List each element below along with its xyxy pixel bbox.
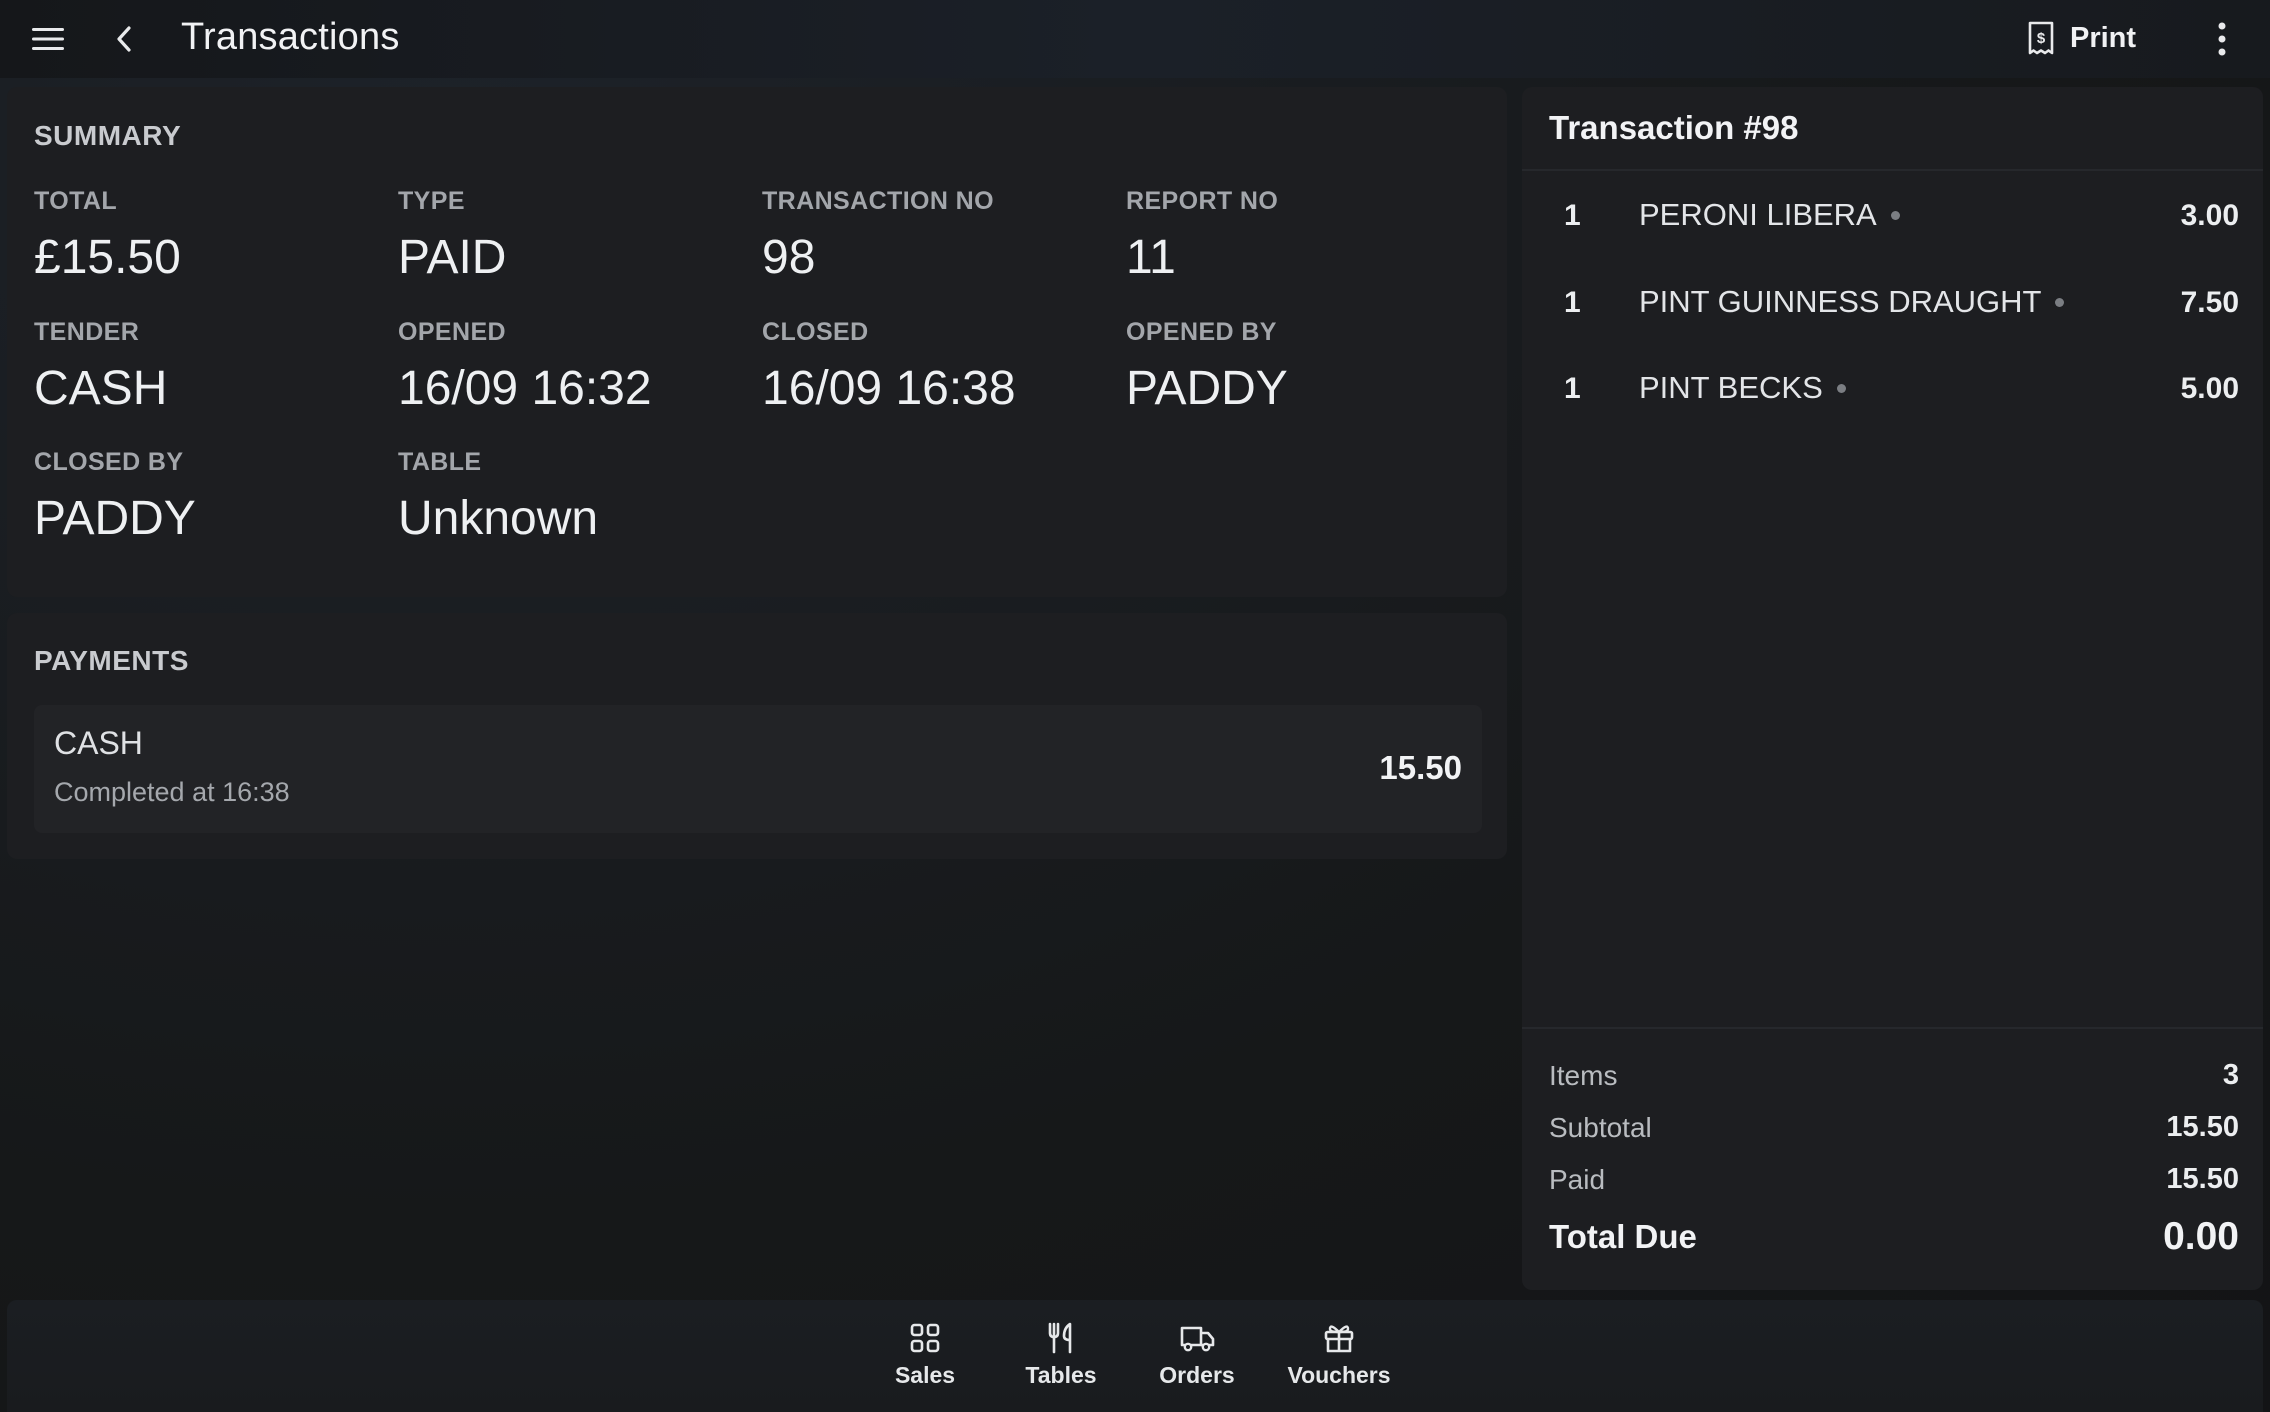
status-dot-icon bbox=[1890, 210, 1900, 220]
payment-amount: 15.50 bbox=[1379, 749, 1462, 786]
nav-label: Vouchers bbox=[1287, 1362, 1391, 1388]
field-opened-by: OPENED BY PADDY bbox=[1126, 318, 1486, 416]
nav-item-tables[interactable]: Tables bbox=[1001, 1322, 1121, 1389]
totals-items-value: 3 bbox=[2222, 1059, 2239, 1091]
transaction-panel: Transaction #98 1 PERONI LIBERA 3.00 1 P… bbox=[1522, 87, 2263, 1290]
delivery-truck-icon bbox=[1180, 1326, 1215, 1352]
field-label: TRANSACTION NO bbox=[762, 187, 994, 215]
page-title: Transactions bbox=[181, 16, 400, 58]
grid-icon bbox=[910, 1323, 940, 1353]
more-vertical-icon bbox=[2218, 22, 2226, 56]
top-app-bar: Transactions $ Print bbox=[0, 0, 2270, 78]
totals-items-row: Items 3 bbox=[1549, 1059, 2239, 1092]
payment-status: Completed at 16:38 bbox=[54, 777, 290, 807]
totals-items-label: Items bbox=[1549, 1059, 1618, 1091]
line-item-name-wrap: PERONI LIBERA bbox=[1639, 197, 1900, 233]
app-root: Transactions $ Print SUMMARY TOTAL £15.5… bbox=[0, 0, 2270, 1412]
field-value: PADDY bbox=[1126, 362, 1288, 415]
field-value: Unknown bbox=[398, 492, 599, 545]
line-item-name: PINT GUINNESS DRAUGHT bbox=[1639, 284, 2042, 319]
line-item-qty: 1 bbox=[1564, 286, 1581, 319]
more-options-button[interactable] bbox=[2204, 16, 2240, 62]
field-total: TOTAL £15.50 bbox=[34, 187, 394, 285]
field-label: CLOSED bbox=[762, 318, 869, 346]
summary-panel: SUMMARY TOTAL £15.50 TYPE PAID TRANSACTI… bbox=[7, 87, 1507, 597]
totals-due-row: Total Due 0.00 bbox=[1549, 1215, 2239, 1259]
field-value: PAID bbox=[398, 231, 507, 284]
gift-icon bbox=[1324, 1325, 1354, 1353]
summary-title: SUMMARY bbox=[34, 120, 182, 151]
line-item-price: 5.00 bbox=[2180, 372, 2239, 405]
field-label: TABLE bbox=[398, 448, 482, 476]
field-label: OPENED BY bbox=[1126, 318, 1277, 346]
status-dot-icon bbox=[2055, 297, 2065, 307]
payments-panel: PAYMENTS CASH Completed at 16:38 15.50 bbox=[7, 613, 1507, 859]
totals-subtotal-row: Subtotal 15.50 bbox=[1549, 1111, 2239, 1144]
field-label: TOTAL bbox=[34, 187, 118, 215]
field-transaction-no: TRANSACTION NO 98 bbox=[762, 187, 1122, 285]
field-tender: TENDER CASH bbox=[34, 318, 394, 416]
line-item-qty: 1 bbox=[1564, 199, 1581, 232]
nav-label: Orders bbox=[1159, 1362, 1235, 1388]
field-label: TYPE bbox=[398, 187, 465, 215]
cutlery-icon bbox=[1048, 1322, 1072, 1354]
print-label: Print bbox=[2070, 21, 2137, 54]
hamburger-menu-icon bbox=[32, 28, 64, 50]
totals-paid-row: Paid 15.50 bbox=[1549, 1163, 2239, 1196]
field-value: 16/09 16:32 bbox=[398, 362, 652, 415]
line-item-qty: 1 bbox=[1564, 372, 1581, 405]
totals-paid-value: 15.50 bbox=[2166, 1163, 2239, 1195]
field-opened: OPENED 16/09 16:32 bbox=[398, 318, 758, 416]
field-label: TENDER bbox=[34, 318, 140, 346]
payments-title: PAYMENTS bbox=[34, 645, 189, 676]
bottom-navigation: Sales Tables Orders Vouchers bbox=[7, 1300, 2263, 1412]
field-closed-by: CLOSED BY PADDY bbox=[34, 448, 394, 546]
nav-label: Tables bbox=[1025, 1362, 1097, 1388]
line-item[interactable]: 1 PINT GUINNESS DRAUGHT 7.50 bbox=[1522, 272, 2263, 332]
line-item[interactable]: 1 PERONI LIBERA 3.00 bbox=[1522, 185, 2263, 245]
chevron-left-icon bbox=[117, 26, 131, 52]
field-value: £15.50 bbox=[34, 231, 181, 284]
field-report-no: REPORT NO 11 bbox=[1126, 187, 1486, 285]
totals-subtotal-value: 15.50 bbox=[2166, 1111, 2239, 1143]
menu-button[interactable] bbox=[26, 19, 70, 59]
field-value: PADDY bbox=[34, 492, 196, 545]
nav-item-sales[interactable]: Sales bbox=[865, 1322, 985, 1389]
field-label: CLOSED BY bbox=[34, 448, 184, 476]
print-button[interactable]: $ Print bbox=[2026, 14, 2136, 62]
total-due-label: Total Due bbox=[1549, 1218, 1697, 1255]
field-label: OPENED bbox=[398, 318, 506, 346]
line-item-name-wrap: PINT GUINNESS DRAUGHT bbox=[1639, 284, 2065, 320]
status-dot-icon bbox=[1836, 383, 1846, 393]
field-label: REPORT NO bbox=[1126, 187, 1279, 215]
nav-label: Sales bbox=[894, 1362, 956, 1388]
nav-item-vouchers[interactable]: Vouchers bbox=[1279, 1322, 1399, 1389]
svg-text:$: $ bbox=[2037, 30, 2046, 47]
line-item-name: PERONI LIBERA bbox=[1639, 197, 1877, 232]
payment-tender: CASH bbox=[54, 725, 143, 761]
field-value: 16/09 16:38 bbox=[762, 362, 1016, 415]
field-type: TYPE PAID bbox=[398, 187, 758, 285]
line-item-price: 7.50 bbox=[2180, 286, 2239, 319]
field-closed: CLOSED 16/09 16:38 bbox=[762, 318, 1122, 416]
back-button[interactable] bbox=[102, 19, 146, 59]
line-item[interactable]: 1 PINT BECKS 5.00 bbox=[1522, 358, 2263, 418]
line-item-name-wrap: PINT BECKS bbox=[1639, 370, 1846, 406]
nav-item-orders[interactable]: Orders bbox=[1137, 1322, 1257, 1389]
payment-card[interactable]: CASH Completed at 16:38 15.50 bbox=[34, 705, 1482, 833]
receipt-icon: $ bbox=[2028, 21, 2054, 55]
total-due-value: 0.00 bbox=[2163, 1215, 2239, 1258]
totals-section: Items 3 Subtotal 15.50 Paid 15.50 Total … bbox=[1522, 1027, 2263, 1290]
line-item-price: 3.00 bbox=[2180, 199, 2239, 232]
field-value: CASH bbox=[34, 362, 168, 415]
field-value: 98 bbox=[762, 231, 816, 284]
totals-subtotal-label: Subtotal bbox=[1549, 1111, 1652, 1143]
divider bbox=[1522, 169, 2263, 171]
line-item-name: PINT BECKS bbox=[1639, 370, 1823, 405]
field-table: TABLE Unknown bbox=[398, 448, 758, 546]
totals-paid-label: Paid bbox=[1549, 1163, 1606, 1195]
transaction-title: Transaction #98 bbox=[1549, 109, 1799, 146]
field-value: 11 bbox=[1126, 231, 1176, 284]
